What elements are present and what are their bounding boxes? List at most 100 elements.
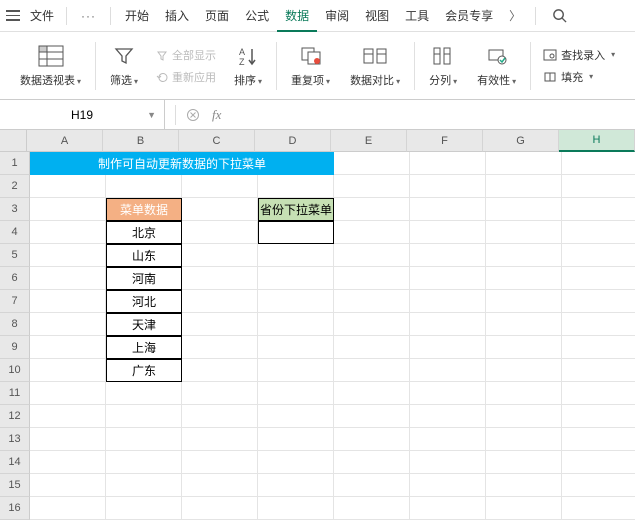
cell-H4[interactable]: [562, 221, 635, 244]
row-header-15[interactable]: 15: [0, 474, 30, 497]
cell-E14[interactable]: [334, 451, 410, 474]
row-header-16[interactable]: 16: [0, 497, 30, 520]
cell-E4[interactable]: [334, 221, 410, 244]
cell-A11[interactable]: [30, 382, 106, 405]
cell-D15[interactable]: [258, 474, 334, 497]
cell-F11[interactable]: [410, 382, 486, 405]
cell-D14[interactable]: [258, 451, 334, 474]
row-header-9[interactable]: 9: [0, 336, 30, 359]
cell-F3[interactable]: [410, 198, 486, 221]
cell-B2[interactable]: [106, 175, 182, 198]
menu-item-cell[interactable]: 北京: [106, 221, 182, 244]
col-header-H[interactable]: H: [559, 130, 635, 152]
cell-G15[interactable]: [486, 474, 562, 497]
cell-C12[interactable]: [182, 405, 258, 428]
cell-A13[interactable]: [30, 428, 106, 451]
cell-C10[interactable]: [182, 359, 258, 382]
cell-C6[interactable]: [182, 267, 258, 290]
cell-F10[interactable]: [410, 359, 486, 382]
cell-A4[interactable]: [30, 221, 106, 244]
cell-F8[interactable]: [410, 313, 486, 336]
menu-item-cell[interactable]: 广东: [106, 359, 182, 382]
tab-工具[interactable]: 工具: [397, 0, 437, 31]
cell-C8[interactable]: [182, 313, 258, 336]
cell-G11[interactable]: [486, 382, 562, 405]
cell-H10[interactable]: [562, 359, 635, 382]
row-header-5[interactable]: 5: [0, 244, 30, 267]
cell-E3[interactable]: [334, 198, 410, 221]
cell-G13[interactable]: [486, 428, 562, 451]
cell-G4[interactable]: [486, 221, 562, 244]
cell-H14[interactable]: [562, 451, 635, 474]
col-header-D[interactable]: D: [255, 130, 331, 152]
validity-button[interactable]: 有效性▾: [467, 38, 526, 93]
cell-G1[interactable]: [486, 152, 562, 175]
fx-icon[interactable]: fx: [212, 107, 221, 123]
row-header-6[interactable]: 6: [0, 267, 30, 290]
cell-H2[interactable]: [562, 175, 635, 198]
cell-D12[interactable]: [258, 405, 334, 428]
cell-F6[interactable]: [410, 267, 486, 290]
cell-E7[interactable]: [334, 290, 410, 313]
cell-C9[interactable]: [182, 336, 258, 359]
tab-审阅[interactable]: 审阅: [317, 0, 357, 31]
file-menu[interactable]: 文件: [24, 7, 60, 24]
tab-视图[interactable]: 视图: [357, 0, 397, 31]
cell-D5[interactable]: [258, 244, 334, 267]
cell-B11[interactable]: [106, 382, 182, 405]
cell-A2[interactable]: [30, 175, 106, 198]
cell-F4[interactable]: [410, 221, 486, 244]
col-header-B[interactable]: B: [103, 130, 179, 152]
cell-A15[interactable]: [30, 474, 106, 497]
dropdown-header-cell[interactable]: 省份下拉菜单: [258, 198, 334, 221]
menu-item-cell[interactable]: 河北: [106, 290, 182, 313]
data-compare-button[interactable]: 数据对比▾: [340, 38, 410, 93]
cell-H9[interactable]: [562, 336, 635, 359]
cell-G2[interactable]: [486, 175, 562, 198]
cell-E15[interactable]: [334, 474, 410, 497]
cell-F15[interactable]: [410, 474, 486, 497]
cell-B16[interactable]: [106, 497, 182, 520]
cell-C14[interactable]: [182, 451, 258, 474]
row-header-8[interactable]: 8: [0, 313, 30, 336]
col-header-F[interactable]: F: [407, 130, 483, 152]
cell-F7[interactable]: [410, 290, 486, 313]
cell-H16[interactable]: [562, 497, 635, 520]
cell-F1[interactable]: [410, 152, 486, 175]
select-all-corner[interactable]: [0, 130, 27, 152]
cell-G6[interactable]: [486, 267, 562, 290]
cell-B15[interactable]: [106, 474, 182, 497]
row-header-4[interactable]: 4: [0, 221, 30, 244]
cell-C5[interactable]: [182, 244, 258, 267]
cell-F12[interactable]: [410, 405, 486, 428]
cell-G7[interactable]: [486, 290, 562, 313]
name-box[interactable]: ▼: [0, 100, 165, 129]
cell-G16[interactable]: [486, 497, 562, 520]
cell-C7[interactable]: [182, 290, 258, 313]
cell-F9[interactable]: [410, 336, 486, 359]
cell-F2[interactable]: [410, 175, 486, 198]
cell-E10[interactable]: [334, 359, 410, 382]
name-box-input[interactable]: [32, 108, 132, 122]
cell-A14[interactable]: [30, 451, 106, 474]
menu-icon[interactable]: [6, 9, 20, 23]
search-icon[interactable]: [542, 8, 577, 23]
sort-button[interactable]: AZ 排序▾: [224, 38, 272, 93]
cell-H11[interactable]: [562, 382, 635, 405]
menu-item-cell[interactable]: 天津: [106, 313, 182, 336]
cell-D9[interactable]: [258, 336, 334, 359]
col-header-A[interactable]: A: [27, 130, 103, 152]
row-header-2[interactable]: 2: [0, 175, 30, 198]
more-menu[interactable]: ···: [73, 9, 104, 23]
cell-A12[interactable]: [30, 405, 106, 428]
cell-A3[interactable]: [30, 198, 106, 221]
cell-D10[interactable]: [258, 359, 334, 382]
cell-H12[interactable]: [562, 405, 635, 428]
cell-D11[interactable]: [258, 382, 334, 405]
cell-E6[interactable]: [334, 267, 410, 290]
cell-E12[interactable]: [334, 405, 410, 428]
row-header-1[interactable]: 1: [0, 152, 30, 175]
col-header-G[interactable]: G: [483, 130, 559, 152]
title-cell[interactable]: 制作可自动更新数据的下拉菜单: [30, 152, 334, 175]
cell-B13[interactable]: [106, 428, 182, 451]
